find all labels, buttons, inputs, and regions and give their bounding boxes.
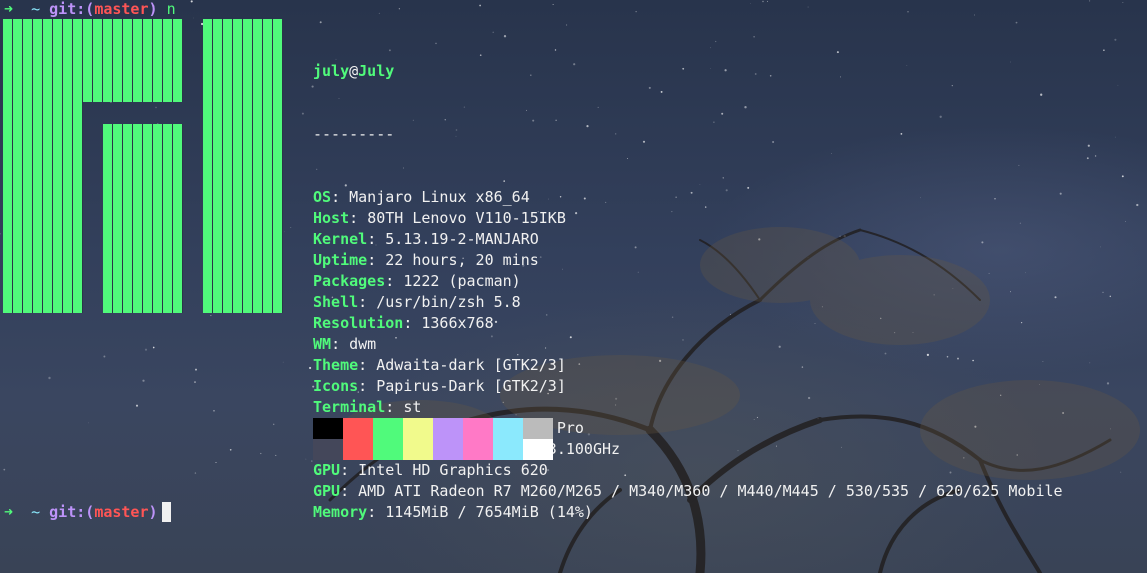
info-value: dwm: [349, 335, 377, 353]
info-key: GPU: [313, 461, 341, 479]
prompt-branch: master: [94, 503, 149, 521]
info-list: OS: Manjaro Linux x86_64 Host: 80TH Lenov…: [313, 187, 1063, 523]
logo-block-right-column: [203, 19, 283, 313]
prompt-arrow-icon: ➜: [4, 503, 14, 521]
info-line: Icons: Papirus-Dark [GTK2/3]: [313, 377, 566, 395]
at-sign: @: [349, 62, 359, 80]
color-palette: [313, 418, 553, 460]
info-value: Intel HD Graphics 620: [358, 461, 548, 479]
info-line: Memory: 1145MiB / 7654MiB (14%): [313, 503, 593, 521]
info-line: Shell: /usr/bin/zsh 5.8: [313, 293, 521, 311]
color-swatch-normal-2: [373, 418, 403, 439]
color-swatch-bright-4: [433, 439, 463, 460]
info-value: 1222 (pacman): [403, 272, 521, 290]
color-swatch-normal-0: [313, 418, 343, 439]
color-swatch-bright-0: [313, 439, 343, 460]
info-value: Papirus-Dark [GTK2/3]: [376, 377, 566, 395]
info-line: Packages: 1222 (pacman): [313, 272, 521, 290]
info-value: st: [403, 398, 422, 416]
info-key: Terminal: [313, 398, 386, 416]
info-line: Kernel: 5.13.19-2-MANJARO: [313, 230, 539, 248]
info-key: WM: [313, 335, 332, 353]
info-value: 1366x768: [421, 314, 494, 332]
prompt-dir: ~: [31, 0, 41, 18]
info-line: Terminal: st: [313, 398, 422, 416]
prompt-line-top: ➜ ~ git:(master) n: [4, 0, 176, 20]
info-key: Resolution: [313, 314, 404, 332]
color-swatch-normal-1: [343, 418, 373, 439]
color-swatch-normal-4: [433, 418, 463, 439]
info-key: Packages: [313, 272, 386, 290]
info-line: GPU: Intel HD Graphics 620: [313, 461, 548, 479]
prompt-git-close: ): [148, 0, 158, 18]
info-value: /usr/bin/zsh 5.8: [376, 293, 521, 311]
system-info: july@July --------- OS: Manjaro Linux x8…: [313, 19, 1063, 544]
info-line: WM: dwm: [313, 335, 377, 353]
color-swatch-bright-7: [523, 439, 553, 460]
info-key: OS: [313, 188, 332, 206]
user-host-line: july@July: [313, 61, 1063, 82]
hostname: July: [358, 62, 395, 80]
color-swatch-normal-6: [493, 418, 523, 439]
info-line: Resolution: 1366x768: [313, 314, 494, 332]
info-value: 1145MiB / 7654MiB (14%): [385, 503, 593, 521]
prompt-branch: master: [94, 0, 149, 18]
username: july: [313, 62, 350, 80]
info-key: GPU: [313, 482, 341, 500]
info-key: Kernel: [313, 230, 368, 248]
color-swatch-bright-3: [403, 439, 433, 460]
color-swatch-bright-5: [463, 439, 493, 460]
info-key: Host: [313, 209, 350, 227]
color-swatch-normal-3: [403, 418, 433, 439]
info-value: Manjaro Linux x86_64: [349, 188, 530, 206]
info-line: Theme: Adwaita-dark [GTK2/3]: [313, 356, 566, 374]
text-cursor[interactable]: [161, 502, 171, 522]
info-value: 22 hours, 20 mins: [385, 251, 539, 269]
separator-line: ---------: [313, 125, 395, 143]
info-key: Icons: [313, 377, 359, 395]
prompt-dir: ~: [31, 503, 41, 521]
info-key: Uptime: [313, 251, 368, 269]
info-value: Adwaita-dark [GTK2/3]: [376, 356, 566, 374]
info-value: AMD ATI Radeon R7 M260/M265 / M340/M360 …: [358, 482, 1063, 500]
prompt-line-bottom[interactable]: ➜ ~ git:(master): [4, 502, 171, 523]
info-line: Uptime: 22 hours, 20 mins: [313, 251, 539, 269]
info-line: OS: Manjaro Linux x86_64: [313, 188, 530, 206]
prompt-command: n: [166, 0, 176, 18]
info-key: Memory: [313, 503, 368, 521]
info-value: 80TH Lenovo V110-15IKB: [367, 209, 566, 227]
prompt-git-close: ): [148, 503, 158, 521]
color-swatch-bright-1: [343, 439, 373, 460]
info-key: Theme: [313, 356, 359, 374]
logo-block-left-column: [3, 102, 83, 313]
color-swatch-normal-5: [463, 418, 493, 439]
logo-block-top-left: [3, 19, 183, 102]
info-key: Shell: [313, 293, 359, 311]
color-swatch-normal-7: [523, 418, 553, 439]
logo-block-middle-column: [103, 124, 183, 313]
prompt-git-label: git:(: [49, 0, 95, 18]
color-swatch-bright-2: [373, 439, 403, 460]
prompt-git-label: git:(: [49, 503, 95, 521]
info-line: GPU: AMD ATI Radeon R7 M260/M265 / M340/…: [313, 482, 1063, 500]
prompt-arrow-icon: ➜: [4, 0, 14, 18]
info-value: 5.13.19-2-MANJARO: [385, 230, 539, 248]
color-swatch-bright-6: [493, 439, 523, 460]
info-line: Host: 80TH Lenovo V110-15IKB: [313, 209, 566, 227]
